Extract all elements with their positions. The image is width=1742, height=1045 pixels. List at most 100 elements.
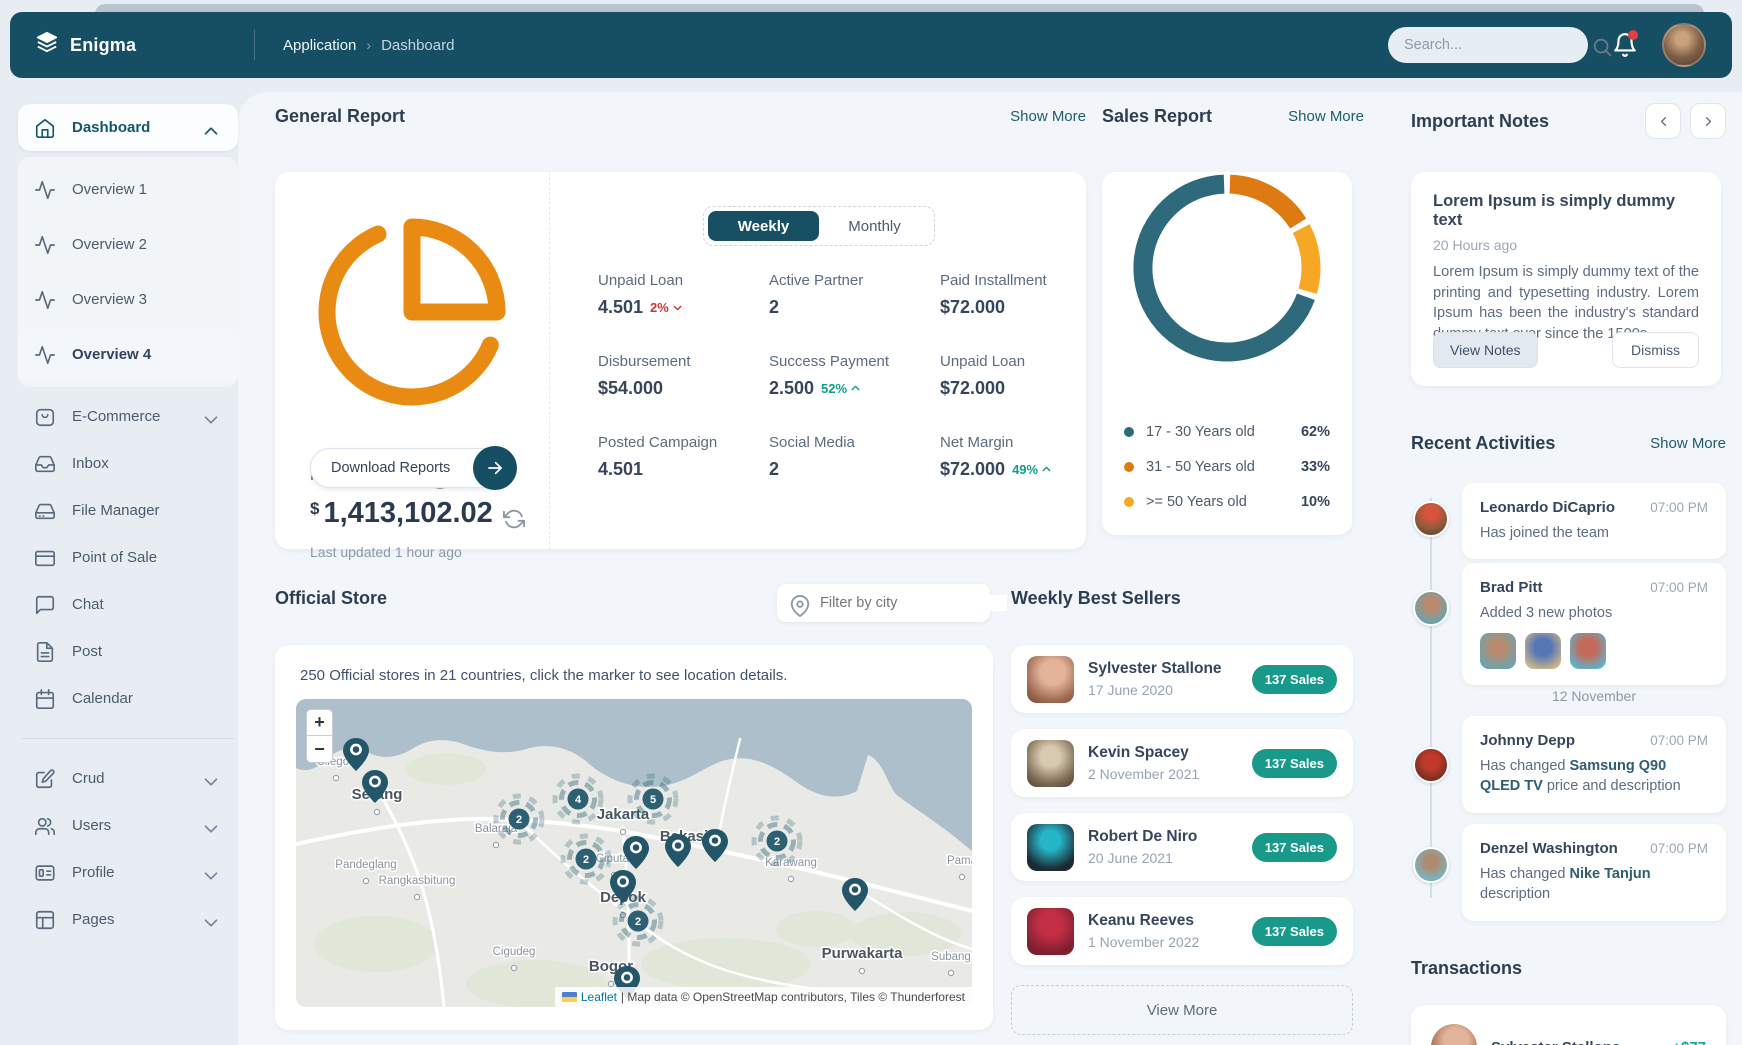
map-cluster-marker[interactable]: 4 <box>555 776 601 822</box>
map-cluster-marker[interactable]: 2 <box>563 836 609 882</box>
map-city-label: Cigudeg <box>493 946 536 958</box>
best-seller-row[interactable]: Robert De Niro 20 June 2021 137 Sales <box>1011 813 1353 881</box>
sidebar-item-e-commerce[interactable]: E-Commerce <box>18 393 238 440</box>
activity-card[interactable]: Denzel Washington 07:00 PM Has changed N… <box>1462 824 1726 921</box>
search-icon[interactable] <box>1591 36 1613 55</box>
recent-activities-title: Recent Activities <box>1411 433 1555 454</box>
sidebar-item-crud[interactable]: Crud <box>18 755 238 802</box>
recent-activities-show-more[interactable]: Show More <box>1650 435 1726 452</box>
notes-next-button[interactable] <box>1690 103 1726 139</box>
refresh-icon[interactable] <box>503 505 525 523</box>
map-cluster-marker[interactable]: 5 <box>630 776 676 822</box>
home-icon <box>34 117 56 139</box>
map-cluster-marker[interactable]: 2 <box>496 796 542 842</box>
toggle-monthly[interactable]: Monthly <box>819 211 930 241</box>
sidebar-item-file-manager[interactable]: File Manager <box>18 487 238 534</box>
general-report-header: General Report Show More <box>275 106 1086 127</box>
brand[interactable]: Enigma <box>36 31 254 59</box>
sidebar-item-chat[interactable]: Chat <box>18 581 238 628</box>
map-zoom-out-button[interactable]: − <box>307 736 332 762</box>
notifications-bell-icon[interactable] <box>1612 32 1638 58</box>
transactions-title: Transactions <box>1411 958 1522 979</box>
activity-photo[interactable] <box>1525 633 1561 669</box>
edit-icon <box>34 768 56 790</box>
download-reports-label: Download Reports <box>331 460 450 476</box>
activity-photo[interactable] <box>1480 633 1516 669</box>
activity-card[interactable]: Leonardo DiCaprio 07:00 PM Has joined th… <box>1462 483 1726 559</box>
best-seller-row[interactable]: Sylvester Stallone 17 June 2020 137 Sale… <box>1011 645 1353 713</box>
activity-avatar[interactable] <box>1413 590 1449 626</box>
best-seller-row[interactable]: Keanu Reeves 1 November 2022 137 Sales <box>1011 897 1353 965</box>
map-cluster-marker[interactable]: 2 <box>615 898 661 944</box>
map-zoom-in-button[interactable]: + <box>307 710 332 736</box>
view-notes-button[interactable]: View Notes <box>1433 332 1538 368</box>
sales-badge: 137 Sales <box>1252 749 1337 778</box>
transaction-row[interactable]: Sylvester Stallone +$77 <box>1411 1005 1726 1045</box>
users-icon <box>34 815 56 837</box>
sales-report-header: Sales Report Show More <box>1102 106 1364 127</box>
legend-value: 62% <box>1301 424 1330 440</box>
filter-by-city-box[interactable] <box>777 584 990 622</box>
sidebar-item-post[interactable]: Post <box>18 628 238 675</box>
activity-card[interactable]: Brad Pitt 07:00 PM Added 3 new photos <box>1462 563 1726 685</box>
sidebar-item-overview-2[interactable]: Overview 2 <box>18 217 238 272</box>
legend-label: 31 - 50 Years old <box>1146 459 1255 475</box>
filter-by-city-input[interactable] <box>820 595 1007 611</box>
svg-text:2: 2 <box>635 916 641 928</box>
sidebar-item-pages[interactable]: Pages <box>18 896 238 943</box>
sidebar-item-users[interactable]: Users <box>18 802 238 849</box>
search-input[interactable] <box>1404 37 1591 53</box>
stat-value: $72.000 <box>940 297 1100 318</box>
svg-text:5: 5 <box>650 794 656 806</box>
notes-prev-button[interactable] <box>1645 103 1681 139</box>
activity-avatar[interactable] <box>1413 501 1449 537</box>
dismiss-button[interactable]: Dismiss <box>1612 332 1699 368</box>
sidebar-item-calendar[interactable]: Calendar <box>18 675 238 722</box>
sidebar-item-label: Point of Sale <box>72 549 157 566</box>
legend-label: >= 50 Years old <box>1146 494 1247 510</box>
donut-segment[interactable] <box>1230 184 1298 223</box>
sales-report-show-more[interactable]: Show More <box>1288 108 1364 125</box>
important-note-card[interactable]: Lorem Ipsum is simply dummy text 20 Hour… <box>1411 172 1721 386</box>
important-notes-header: Important Notes <box>1411 103 1726 139</box>
activity-icon <box>34 289 56 311</box>
leaflet-link[interactable]: Leaflet <box>581 990 617 1004</box>
stat-value: $72.00049% <box>940 459 1100 480</box>
stat-label: Paid Installment <box>940 272 1100 289</box>
download-reports-button[interactable]: Download Reports <box>310 448 515 488</box>
activity-avatar[interactable] <box>1413 747 1449 783</box>
legend-label: 17 - 30 Years old <box>1146 424 1255 440</box>
breadcrumb-dashboard[interactable]: Dashboard <box>381 37 454 54</box>
sidebar-item-dashboard[interactable]: Dashboard <box>18 104 238 151</box>
donut-segment[interactable] <box>1301 229 1311 292</box>
sidebar-item-overview-4[interactable]: Overview 4 <box>18 327 238 382</box>
sidebar-item-overview-1[interactable]: Overview 1 <box>18 162 238 217</box>
sidebar-item-inbox[interactable]: Inbox <box>18 440 238 487</box>
search-box[interactable] <box>1388 27 1588 63</box>
arrow-right-icon[interactable] <box>473 446 517 490</box>
legend-dot <box>1124 497 1134 507</box>
general-report-show-more[interactable]: Show More <box>1010 108 1086 125</box>
sidebar-item-point-of-sale[interactable]: Point of Sale <box>18 534 238 581</box>
seller-name: Robert De Niro <box>1088 828 1197 846</box>
map-cluster-marker[interactable]: 2 <box>754 818 800 864</box>
store-map[interactable]: SerangJakartaBekasiDepokBogorPurwakartaC… <box>296 699 972 1007</box>
activity-name: Leonardo DiCaprio <box>1480 499 1615 516</box>
toggle-weekly[interactable]: Weekly <box>708 211 819 241</box>
sidebar-item-profile[interactable]: Profile <box>18 849 238 896</box>
breadcrumb-application[interactable]: Application <box>283 37 356 54</box>
view-more-button[interactable]: View More <box>1011 985 1353 1035</box>
assets-value: 1,413,102.02 <box>323 497 492 530</box>
best-seller-row[interactable]: Kevin Spacey 2 November 2021 137 Sales <box>1011 729 1353 797</box>
activity-photo[interactable] <box>1570 633 1606 669</box>
sidebar-item-overview-3[interactable]: Overview 3 <box>18 272 238 327</box>
user-avatar[interactable] <box>1662 23 1706 67</box>
activity-avatar[interactable] <box>1413 847 1449 883</box>
stat-unpaid-loan: Unpaid Loan 4.5012% <box>598 272 758 318</box>
map-city-label: Rangkasbitung <box>379 875 456 887</box>
age-donut-chart[interactable] <box>1102 172 1352 364</box>
activity-card[interactable]: Johnny Depp 07:00 PM Has changed Samsung… <box>1462 716 1726 813</box>
chevron-down-icon <box>200 865 222 881</box>
brand-name: Enigma <box>70 35 136 56</box>
activity-icon <box>34 344 56 366</box>
